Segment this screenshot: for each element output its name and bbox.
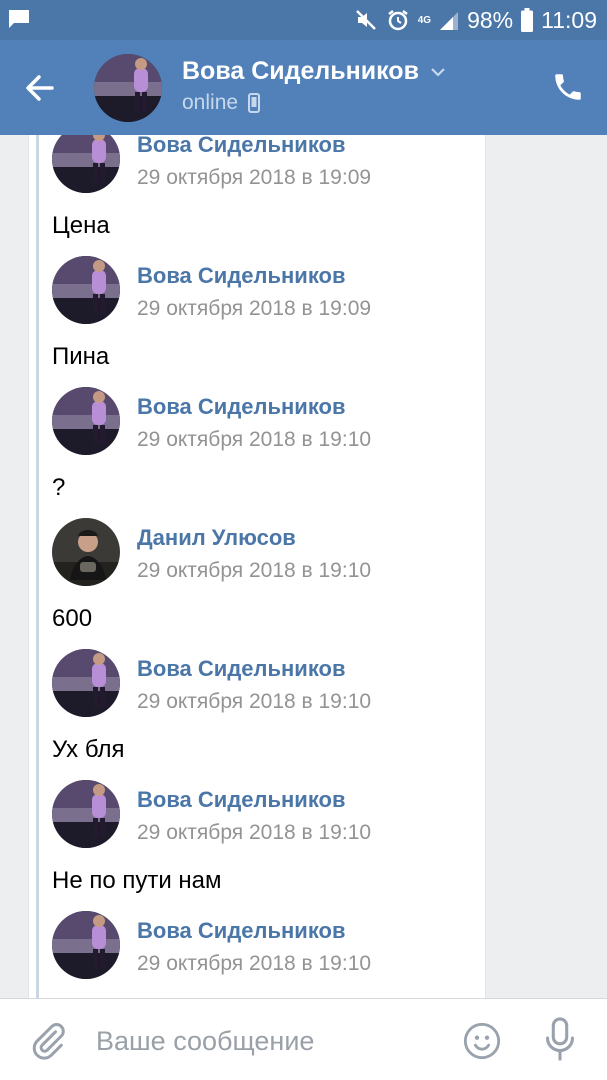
voice-message-button[interactable]	[544, 1017, 576, 1063]
battery-percent: 98%	[467, 6, 514, 33]
message-input[interactable]	[96, 1019, 436, 1063]
clock-time: 11:09	[541, 6, 597, 33]
message-author[interactable]: Вова Сидельников	[137, 918, 346, 944]
message-author[interactable]: Вова Сидельников	[137, 135, 346, 158]
status-bar: 4G 98% 11:09	[0, 0, 607, 40]
emoji-button[interactable]	[462, 1021, 502, 1061]
status-text: online	[182, 91, 239, 114]
attach-button[interactable]	[28, 1021, 68, 1061]
message-author[interactable]: Вова Сидельников	[137, 394, 346, 420]
composer	[0, 998, 607, 1080]
chat-title[interactable]: Вова Сидельников	[182, 57, 447, 86]
network-4g-icon: 4G	[417, 14, 432, 26]
forward-indicator-bar	[36, 135, 39, 998]
alarm-icon	[386, 8, 410, 32]
contact-name: Вова Сидельников	[182, 57, 419, 85]
call-button[interactable]	[551, 70, 585, 104]
battery-icon	[521, 8, 534, 32]
message-text: Цена	[52, 212, 110, 239]
chevron-down-icon	[431, 67, 445, 77]
phone-icon	[555, 74, 581, 100]
message-date: 29 октября 2018 в 19:09	[137, 297, 372, 320]
avatar[interactable]	[52, 649, 120, 717]
paperclip-icon	[32, 1023, 65, 1060]
back-arrow-icon	[26, 75, 54, 101]
avatar[interactable]	[52, 518, 120, 586]
message-text: Не по пути нам	[52, 867, 222, 894]
emoji-icon	[463, 1022, 501, 1060]
message-date: 29 октября 2018 в 19:10	[137, 821, 372, 844]
signal-icon	[439, 9, 459, 31]
message-feed[interactable]: Вова Сидельников 29 октября 2018 в 19:09 Ц…	[0, 135, 607, 998]
message-date: 29 октября 2018 в 19:09	[137, 166, 372, 189]
message-date: 29 октября 2018 в 19:10	[137, 559, 372, 582]
message-date: 29 октября 2018 в 19:10	[137, 428, 372, 451]
message-date: 29 октября 2018 в 19:10	[137, 952, 372, 975]
back-button[interactable]	[20, 68, 60, 108]
message-text: Пина	[52, 343, 110, 370]
mobile-device-icon	[248, 93, 261, 113]
avatar[interactable]	[52, 780, 120, 848]
mute-icon	[354, 8, 378, 32]
microphone-icon	[546, 1017, 574, 1061]
message-author[interactable]: Вова Сидельников	[137, 263, 346, 289]
message-text: ?	[52, 474, 66, 501]
message-text: Ух бля	[52, 736, 125, 763]
avatar[interactable]	[52, 911, 120, 979]
avatar[interactable]	[52, 256, 120, 324]
message-author[interactable]: Вова Сидельников	[137, 656, 346, 682]
online-status: online	[182, 91, 261, 115]
chat-header: Вова Сидельников online	[0, 40, 607, 135]
message-author[interactable]: Данил Улюсов	[137, 525, 296, 551]
message-date: 29 октября 2018 в 19:10	[137, 690, 372, 713]
avatar[interactable]	[52, 387, 120, 455]
message-notification-icon	[8, 9, 30, 34]
message-text: 600	[52, 605, 93, 632]
message-author[interactable]: Вова Сидельников	[137, 787, 346, 813]
avatar[interactable]	[94, 54, 162, 122]
